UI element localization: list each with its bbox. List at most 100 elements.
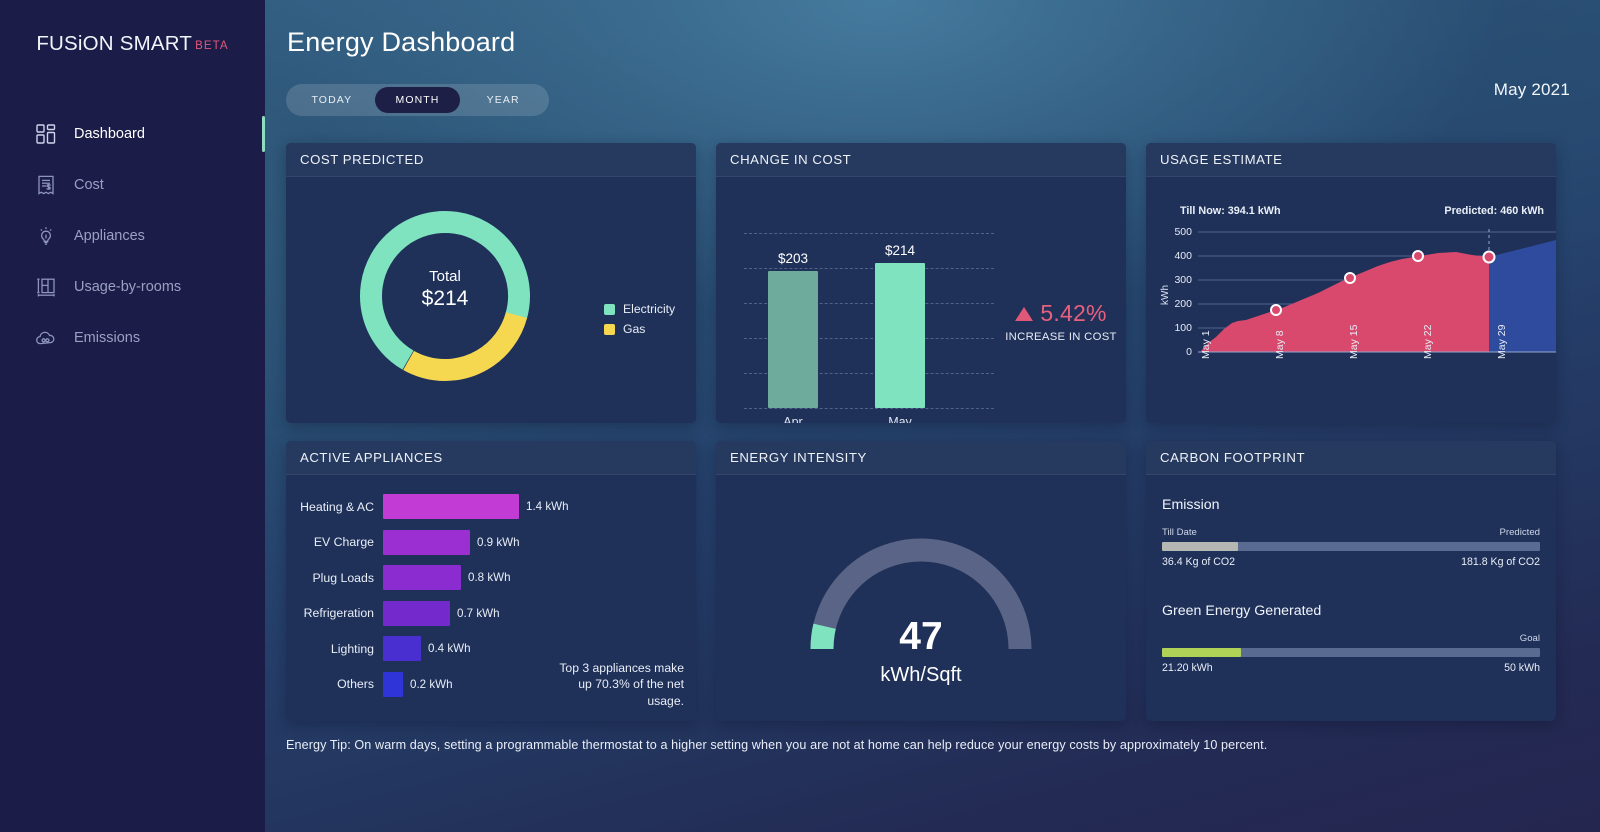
sidebar-item-appliances[interactable]: Appliances <box>0 210 265 261</box>
appliance-name: Others <box>286 677 383 691</box>
legend-item-electricity: Electricity <box>604 302 675 316</box>
bar-column-may[interactable]: $214 May <box>875 263 925 408</box>
emission-right-caption: Predicted <box>1499 527 1540 538</box>
card-usage-estimate: USAGE ESTIMATE Till Now: 394.1 kWh Predi… <box>1146 143 1556 423</box>
sidebar-item-label: Dashboard <box>74 126 145 142</box>
card-header: CARBON FOOTPRINT <box>1146 441 1556 475</box>
green-energy-values: 21.20 kWh 50 kWh <box>1162 662 1540 674</box>
appliance-name: Plug Loads <box>286 571 383 585</box>
sidebar-item-label: Usage-by-rooms <box>74 279 181 295</box>
green-energy-heading: Green Energy Generated <box>1162 603 1540 619</box>
emission-left-value: 36.4 Kg of CO2 <box>1162 556 1235 568</box>
bulb-icon <box>33 223 59 249</box>
energy-tip: Energy Tip: On warm days, setting a prog… <box>286 738 1267 752</box>
card-cost-predicted: COST PREDICTED Total $214 <box>286 143 696 423</box>
bar-rect <box>875 263 925 408</box>
data-point-marker <box>1413 251 1423 261</box>
tab-year[interactable]: YEAR <box>460 87 546 113</box>
sidebar-item-label: Appliances <box>74 228 145 244</box>
bar-value-label: $203 <box>768 251 818 271</box>
legend-item-gas: Gas <box>604 322 675 336</box>
time-range-toggle[interactable]: TODAY MONTH YEAR <box>286 84 549 116</box>
gauge-value: 47 <box>796 617 1046 656</box>
appliance-value: 1.4 kWh <box>526 500 569 513</box>
emission-left-caption: Till Date <box>1162 527 1197 538</box>
x-tick: May 29 <box>1496 325 1508 359</box>
card-body: 47 kWh/Sqft <box>716 475 1126 721</box>
card-title: USAGE ESTIMATE <box>1160 152 1283 167</box>
x-tick: May 22 <box>1422 325 1434 359</box>
legend-label: Electricity <box>623 302 675 316</box>
card-header: COST PREDICTED <box>286 143 696 177</box>
donut-total-label: Total <box>354 268 536 286</box>
bar-rect <box>768 271 818 408</box>
card-body: $203 Apr $214 May 5.42% INCR <box>716 177 1126 423</box>
tab-month[interactable]: MONTH <box>375 87 461 113</box>
appliance-row[interactable]: EV Charge 0.9 kWh <box>286 525 696 561</box>
sidebar-item-usage-by-rooms[interactable]: Usage-by-rooms <box>0 261 265 312</box>
bar-column-apr[interactable]: $203 Apr <box>768 271 818 408</box>
appliance-bar <box>383 672 403 697</box>
appliance-row[interactable]: Heating & AC 1.4 kWh <box>286 489 696 525</box>
data-point-marker <box>1345 273 1355 283</box>
x-tick: May 1 <box>1200 330 1212 359</box>
cost-donut-chart: Total $214 <box>354 205 536 392</box>
triangle-up-icon <box>1015 307 1033 321</box>
appliance-bar <box>383 636 421 661</box>
emission-right-value: 181.8 Kg of CO2 <box>1461 556 1540 568</box>
sidebar: FUSiON SMARTBETA Dashboard <box>0 0 265 832</box>
card-body: Emission Till Date Predicted 36.4 Kg of … <box>1146 475 1556 721</box>
sidebar-item-cost[interactable]: Cost <box>0 159 265 210</box>
energy-intensity-gauge: 47 kWh/Sqft <box>796 521 1046 666</box>
appliance-bar <box>383 601 450 626</box>
green-energy-right-caption: Goal <box>1520 633 1540 644</box>
card-header: USAGE ESTIMATE <box>1146 143 1556 177</box>
co2-cloud-icon <box>33 325 59 351</box>
brand-badge: BETA <box>195 40 229 52</box>
green-energy-right-value: 50 kWh <box>1504 662 1540 674</box>
x-tick: May 8 <box>1274 330 1286 359</box>
appliance-value: 0.8 kWh <box>468 571 511 584</box>
delta-percent: 5.42% <box>1040 300 1106 327</box>
bar-category-label: Apr <box>768 408 818 423</box>
sidebar-item-dashboard[interactable]: Dashboard <box>0 108 265 159</box>
bar-category-label: May <box>875 408 925 423</box>
card-title: ENERGY INTENSITY <box>730 450 867 465</box>
card-title: CHANGE IN COST <box>730 152 851 167</box>
page-title: Energy Dashboard <box>287 27 515 58</box>
emission-values: 36.4 Kg of CO2 181.8 Kg of CO2 <box>1162 556 1540 568</box>
tab-today[interactable]: TODAY <box>289 87 375 113</box>
donut-center-text: Total $214 <box>354 268 536 312</box>
data-point-marker <box>1271 305 1281 315</box>
emission-heading: Emission <box>1162 497 1540 513</box>
card-change-in-cost: CHANGE IN COST $203 Apr $21 <box>716 143 1126 423</box>
gridline <box>744 233 994 234</box>
bar-value-label: $214 <box>875 243 925 263</box>
change-bar-chart: $203 Apr $214 May <box>744 233 994 408</box>
brand-name: FUSiON SMART <box>36 32 192 55</box>
card-carbon-footprint: CARBON FOOTPRINT Emission Till Date Pred… <box>1146 441 1556 721</box>
card-header: ENERGY INTENSITY <box>716 441 1126 475</box>
card-active-appliances: ACTIVE APPLIANCES Heating & AC 1.4 kWh E… <box>286 441 696 721</box>
appliance-value: 0.7 kWh <box>457 607 500 620</box>
card-title: COST PREDICTED <box>300 152 424 167</box>
appliance-row[interactable]: Plug Loads 0.8 kWh <box>286 560 696 596</box>
sidebar-item-emissions[interactable]: Emissions <box>0 312 265 363</box>
card-title: ACTIVE APPLIANCES <box>300 450 443 465</box>
card-header: ACTIVE APPLIANCES <box>286 441 696 475</box>
green-energy-section: Green Energy Generated Goal 21.20 kWh 50… <box>1162 603 1540 674</box>
appliance-summary-note: Top 3 appliances make up 70.3% of the ne… <box>554 660 684 709</box>
x-tick: May 15 <box>1348 325 1360 359</box>
legend-swatch-electricity <box>604 304 615 315</box>
green-energy-left-value: 21.20 kWh <box>1162 662 1213 674</box>
floorplan-icon <box>33 274 59 300</box>
sidebar-nav: Dashboard Cost <box>0 108 265 363</box>
invoice-icon <box>33 172 59 198</box>
appliance-value: 0.9 kWh <box>477 536 520 549</box>
emission-captions: Till Date Predicted <box>1162 527 1540 538</box>
card-body: Total $214 Electricity Gas <box>286 177 696 423</box>
appliance-row[interactable]: Refrigeration 0.7 kWh <box>286 596 696 632</box>
gauge-readout: 47 kWh/Sqft <box>796 617 1046 687</box>
cost-legend: Electricity Gas <box>604 302 675 342</box>
card-body: Heating & AC 1.4 kWh EV Charge 0.9 kWh P… <box>286 475 696 721</box>
